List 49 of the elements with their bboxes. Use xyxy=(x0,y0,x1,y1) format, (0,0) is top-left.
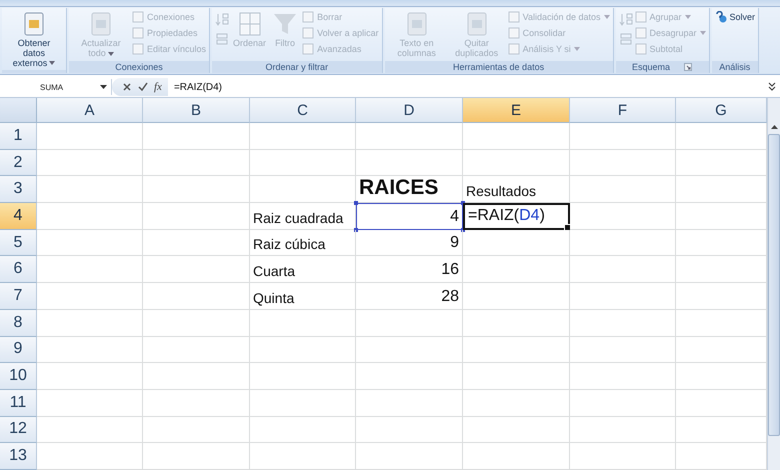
row-header[interactable]: 13 xyxy=(0,443,37,470)
vertical-scrollbar[interactable] xyxy=(767,98,780,470)
formula-field[interactable]: =RAIZ(D4) xyxy=(168,82,767,92)
row-header[interactable]: 3 xyxy=(0,176,37,204)
formula-cell: =RAIZ(D4) xyxy=(463,203,570,230)
row-header[interactable]: 2 xyxy=(0,150,37,176)
column-header[interactable]: C xyxy=(250,98,356,123)
column-header[interactable]: F xyxy=(570,98,676,123)
row-header[interactable]: 5 xyxy=(0,230,37,256)
question-icon xyxy=(714,10,727,22)
group-label: Conexiones xyxy=(115,62,163,72)
column-header[interactable]: B xyxy=(143,98,250,123)
ribbon-button[interactable]: Obtener datos externos xyxy=(5,10,63,70)
expand-icon[interactable] xyxy=(767,81,777,93)
table-cell: Cuarta xyxy=(250,256,356,284)
row-header[interactable]: 10 xyxy=(0,363,37,390)
table-cell: Raiz cúbica xyxy=(250,230,356,256)
group-label: Análisis xyxy=(719,62,750,72)
scroll-thumb[interactable] xyxy=(768,134,780,436)
table-cell: 9 xyxy=(356,230,463,256)
table-cell: 16 xyxy=(356,256,463,284)
dialog-launcher-icon[interactable] xyxy=(684,63,692,71)
name-box[interactable]: SUMA xyxy=(0,79,112,95)
row-header[interactable]: 6 xyxy=(0,256,37,284)
row-header[interactable]: 4 xyxy=(0,203,37,230)
table-cell: Quinta xyxy=(250,283,356,310)
column-header[interactable]: E xyxy=(463,98,570,123)
group-label: Esquema xyxy=(632,62,670,72)
table-cell: 28 xyxy=(356,283,463,310)
column-header[interactable]: G xyxy=(676,98,767,123)
row-header[interactable]: 11 xyxy=(0,390,37,417)
group-label: Ordenar y filtrar xyxy=(266,62,328,72)
row-header[interactable]: 7 xyxy=(0,283,37,310)
caret-icon xyxy=(100,85,107,89)
ribbon-button[interactable]: Solver xyxy=(714,10,756,23)
row-header[interactable]: 12 xyxy=(0,416,37,444)
row-header[interactable]: 9 xyxy=(0,336,37,364)
table-cell: Resultados xyxy=(463,176,570,204)
row-header[interactable]: 8 xyxy=(0,310,37,336)
row-header[interactable]: 1 xyxy=(0,123,37,150)
insert-function-button[interactable]: fx xyxy=(154,81,162,93)
group-label: Herramientas de datos xyxy=(453,62,544,72)
sortgrid-icon xyxy=(236,11,263,37)
table-cell: 4 xyxy=(356,203,463,230)
enter-icon[interactable] xyxy=(138,82,148,92)
cancel-icon[interactable] xyxy=(122,82,132,92)
column-header[interactable]: D xyxy=(356,98,463,123)
select-all-corner[interactable] xyxy=(0,98,37,123)
column-header[interactable]: A xyxy=(37,98,143,123)
